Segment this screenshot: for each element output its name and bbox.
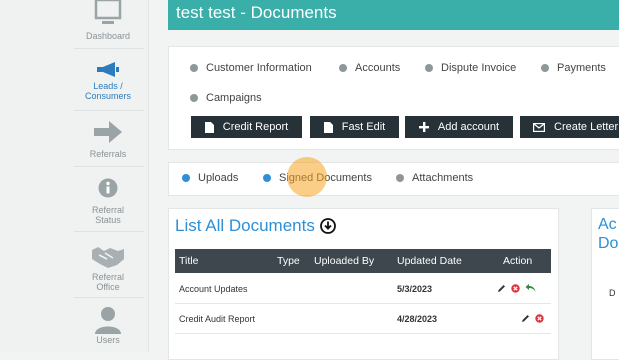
tab-attachments[interactable]: Attachments bbox=[396, 172, 473, 184]
plus-icon bbox=[418, 122, 429, 132]
tab-uploads[interactable]: Uploads bbox=[182, 172, 238, 184]
document-icon bbox=[323, 121, 333, 133]
page-title: test test - Documents bbox=[168, 0, 619, 30]
divider bbox=[74, 231, 144, 232]
divider bbox=[74, 110, 144, 111]
sidebar-item-users[interactable]: Users bbox=[70, 306, 146, 345]
sidebar-item-leads[interactable]: Leads / Consumers bbox=[70, 62, 146, 101]
sidebar-item-label: Referral Office bbox=[91, 272, 124, 292]
sidebar-item-referrals[interactable]: Referrals bbox=[70, 121, 146, 159]
link-campaigns[interactable]: Campaigns bbox=[190, 92, 262, 104]
row-updated-date: 5/3/2023 bbox=[397, 284, 433, 294]
link-dispute-invoice[interactable]: Dispute Invoice bbox=[425, 62, 516, 74]
bullet-icon bbox=[190, 94, 198, 102]
bullet-icon bbox=[541, 64, 549, 72]
download-circle-icon[interactable] bbox=[319, 218, 336, 234]
megaphone-icon bbox=[97, 62, 119, 77]
pencil-icon[interactable] bbox=[521, 314, 530, 323]
delete-icon[interactable] bbox=[511, 284, 520, 293]
row-title: Credit Audit Report bbox=[179, 314, 256, 324]
info-icon bbox=[98, 178, 118, 198]
bullet-icon bbox=[190, 64, 198, 72]
link-customer-information[interactable]: Customer Information bbox=[190, 62, 312, 74]
sidebar-item-label: Referrals bbox=[89, 149, 127, 159]
row-updated-date: 4/28/2023 bbox=[397, 314, 438, 324]
envelope-icon bbox=[533, 122, 545, 132]
column-header-action: Action bbox=[503, 255, 533, 267]
reply-icon[interactable] bbox=[525, 283, 536, 293]
divider bbox=[74, 166, 144, 167]
bullet-icon bbox=[182, 174, 190, 182]
bullet-icon bbox=[396, 174, 404, 182]
bullet-icon bbox=[339, 64, 347, 72]
user-icon bbox=[95, 307, 121, 334]
link-accounts[interactable]: Accounts bbox=[339, 62, 400, 74]
sidebar-item-referral-office[interactable]: Referral Office bbox=[70, 246, 146, 292]
column-header-title: Title bbox=[179, 255, 199, 267]
handshake-icon bbox=[92, 247, 124, 268]
sidebar-item-referral-status[interactable]: Referral Status bbox=[70, 178, 146, 225]
sidebar bbox=[0, 0, 149, 352]
credit-report-button[interactable]: Credit Report bbox=[191, 116, 302, 138]
column-header-uploaded-by: Uploaded By bbox=[314, 255, 375, 267]
row-title: Account Updates bbox=[179, 284, 248, 294]
sidebar-item-label: Dashboard bbox=[85, 31, 131, 41]
divider bbox=[74, 297, 144, 298]
bullet-icon bbox=[425, 64, 433, 72]
pencil-icon[interactable] bbox=[497, 284, 506, 293]
link-payments[interactable]: Payments bbox=[541, 62, 606, 74]
sidebar-item-label: Referral Status bbox=[91, 205, 124, 225]
delete-icon[interactable] bbox=[535, 314, 544, 323]
sidebar-item-label: Leads / Consumers bbox=[84, 81, 131, 101]
bullet-icon bbox=[263, 174, 271, 182]
side-panel-heading: Ac Do bbox=[598, 216, 619, 252]
sidebar-item-dashboard[interactable]: Dashboard bbox=[70, 0, 146, 41]
column-header-type: Type bbox=[277, 255, 300, 267]
document-icon bbox=[204, 121, 214, 133]
side-panel-text: D bbox=[609, 288, 616, 298]
tab-signed-documents[interactable]: Signed Documents bbox=[263, 172, 372, 184]
row-divider bbox=[175, 303, 551, 304]
row-divider bbox=[175, 333, 551, 334]
add-account-button[interactable]: Add account bbox=[405, 116, 513, 138]
column-header-updated-date: Updated Date bbox=[397, 255, 462, 267]
create-letter-button[interactable]: Create Letter bbox=[520, 116, 619, 138]
documents-heading: List All Documents bbox=[175, 216, 336, 236]
sidebar-item-label: Users bbox=[96, 335, 120, 345]
monitor-icon bbox=[94, 0, 122, 24]
divider bbox=[74, 48, 144, 49]
fast-edit-button[interactable]: Fast Edit bbox=[310, 116, 399, 138]
arrow-right-icon bbox=[94, 121, 122, 143]
